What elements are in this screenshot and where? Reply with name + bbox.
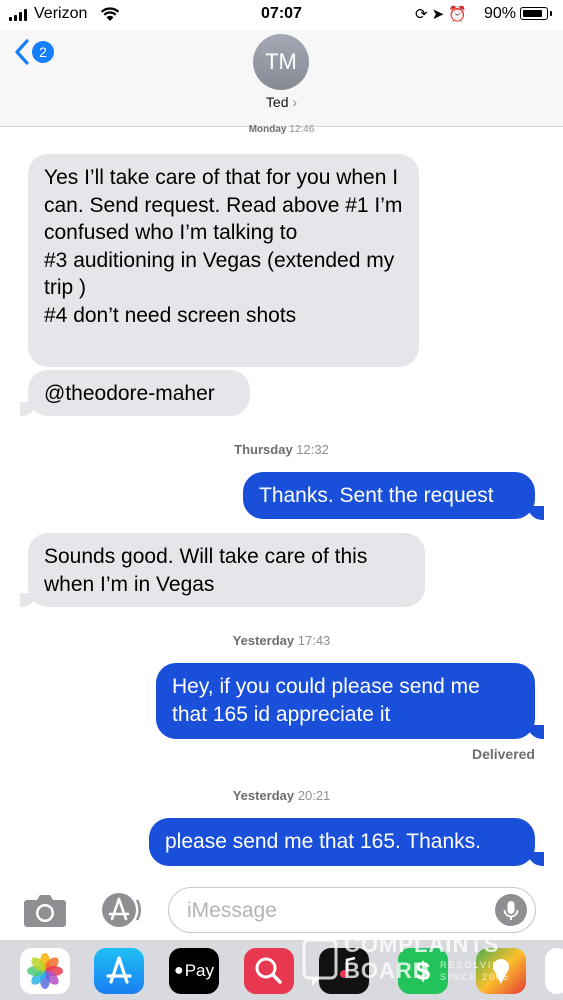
apple-logo-icon: ● — [174, 962, 184, 979]
photos-app-icon[interactable] — [20, 948, 70, 994]
contact-name: Ted — [265, 94, 289, 110]
incoming-message-bubble[interactable]: @theodore-maher — [28, 370, 250, 416]
complaints-board-watermark: COMPLAINTS BOARD RESOLVING SINCE 2006 — [300, 932, 530, 992]
battery-icon — [520, 7, 548, 20]
bubble-tail — [20, 593, 36, 607]
search-images-icon[interactable] — [244, 948, 294, 994]
clock: 07:07 — [261, 5, 302, 22]
alarm-icon: ⏰ — [448, 6, 471, 23]
timestamp: Yesterday 20:21 — [232, 788, 331, 803]
microphone-icon — [503, 901, 519, 920]
message-input[interactable] — [185, 888, 479, 933]
delivery-status: Delivered — [471, 746, 535, 762]
chevron-right-icon: › — [292, 94, 298, 110]
conversation-header: 2 TM Ted › — [0, 30, 563, 127]
incoming-message-bubble[interactable]: Sounds good. Will take care of this when… — [28, 533, 425, 607]
app-store-button-icon[interactable] — [96, 890, 142, 930]
contact-name-button[interactable]: Ted › — [0, 94, 563, 110]
battery-percent: 90% — [484, 5, 517, 22]
bubble-tail — [20, 402, 36, 416]
outgoing-message-bubble[interactable]: Thanks. Sent the request — [243, 472, 535, 519]
message-input-field[interactable] — [168, 887, 536, 933]
composer-bar — [0, 875, 563, 940]
outgoing-message-bubble[interactable]: please send me that 165. Thanks. — [149, 818, 535, 866]
bubble-tail — [528, 852, 544, 866]
watermark-logo-icon — [302, 938, 338, 986]
bubble-tail — [528, 725, 544, 739]
app-store-icon[interactable] — [94, 948, 144, 994]
rotation-lock-icon: ⟳ — [415, 6, 432, 23]
unread-count-badge: 2 — [32, 41, 54, 63]
battery-level — [522, 9, 543, 17]
timestamp: Monday 12:46 — [248, 124, 315, 135]
chevron-left-icon — [15, 39, 29, 65]
microphone-button[interactable] — [495, 894, 527, 926]
status-bar: Verizon 07:07 ⟳➤⏰ 90% — [0, 0, 563, 30]
contact-avatar[interactable]: TM — [253, 34, 309, 90]
camera-icon[interactable] — [22, 893, 68, 929]
timestamp: Yesterday 17:43 — [232, 633, 331, 648]
next-app-icon[interactable] — [545, 948, 563, 994]
outgoing-message-bubble[interactable]: Hey, if you could please send me that 16… — [156, 663, 535, 739]
timestamp: Thursday 12:32 — [234, 442, 329, 457]
back-button[interactable]: 2 — [14, 38, 54, 66]
location-icon: ➤ — [431, 6, 449, 23]
incoming-message-bubble[interactable]: Yes I’ll take care of that for you when … — [28, 154, 419, 367]
apple-pay-icon[interactable]: ● Pay — [169, 948, 219, 994]
bubble-tail — [528, 506, 544, 520]
